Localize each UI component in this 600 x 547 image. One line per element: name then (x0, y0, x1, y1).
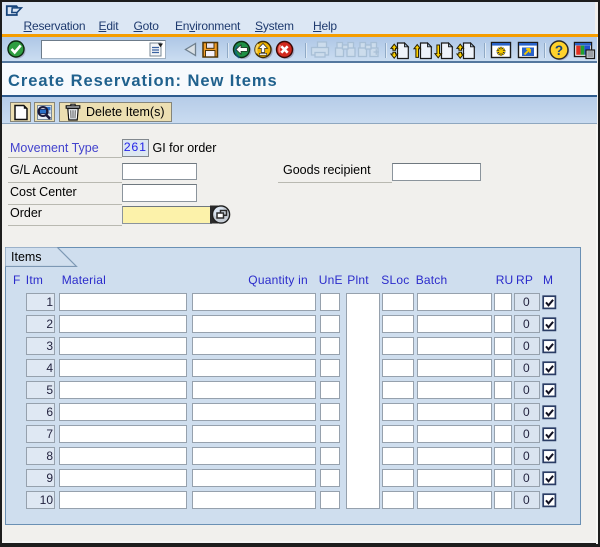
svg-text:?: ? (555, 43, 563, 58)
